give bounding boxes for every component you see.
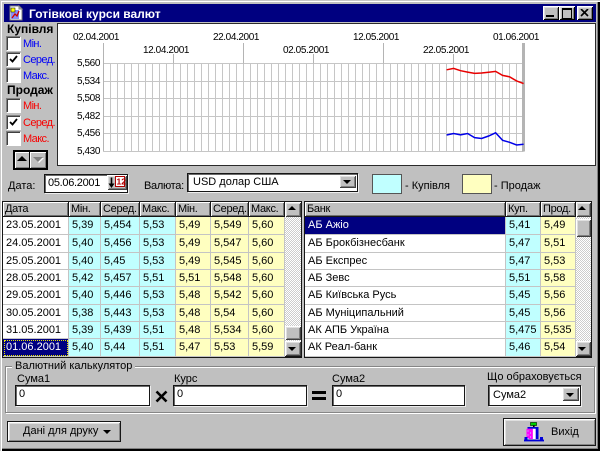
svg-text:12: 12 bbox=[117, 177, 127, 187]
